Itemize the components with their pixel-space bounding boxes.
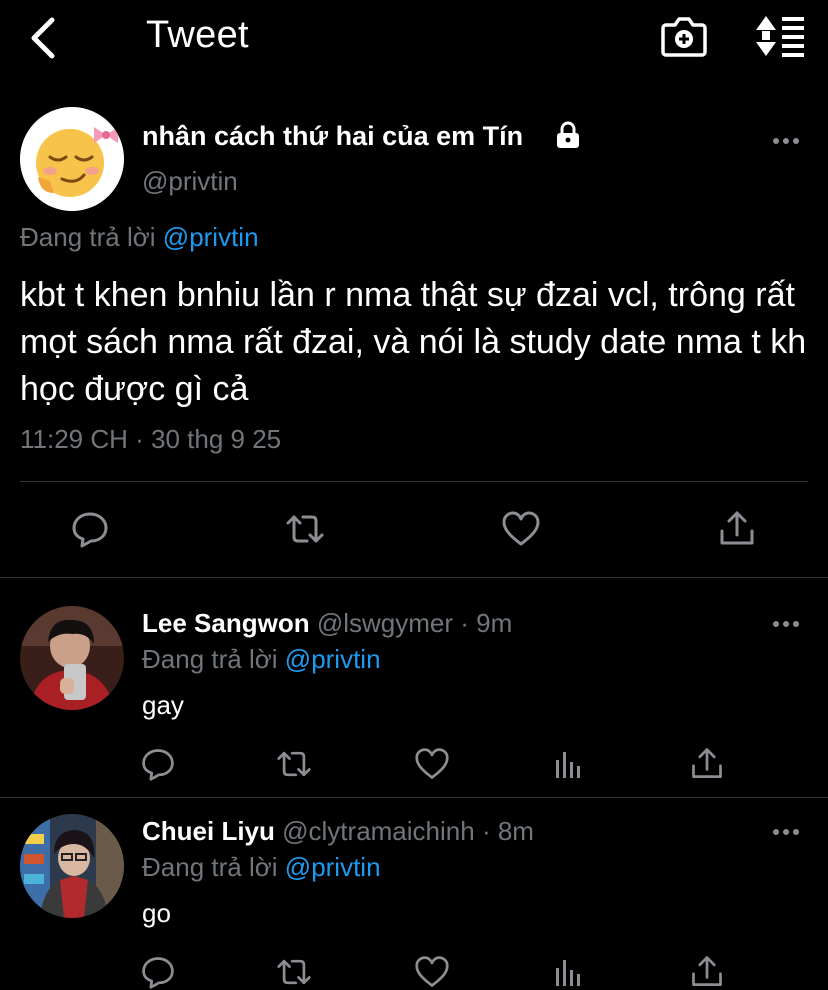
divider: [20, 481, 808, 482]
like-icon[interactable]: [414, 746, 450, 782]
lock-icon: [554, 121, 582, 149]
reply-header: Chuei Liyu @clytramaichinh · 8m: [142, 816, 534, 847]
camera-plus-icon[interactable]: [660, 14, 708, 58]
share-icon[interactable]: [717, 509, 757, 549]
separator: ·: [460, 608, 469, 638]
tweet-timestamp: 11:29 CH · 30 thg 9 25: [20, 424, 282, 454]
back-arrow-icon[interactable]: [26, 16, 62, 60]
more-options-icon[interactable]: [772, 827, 800, 837]
mention-link[interactable]: @privtin: [285, 852, 381, 882]
reply-icon[interactable]: [70, 509, 110, 549]
like-icon[interactable]: [414, 954, 450, 990]
username[interactable]: @privtin: [142, 166, 238, 197]
analytics-icon[interactable]: [552, 746, 588, 782]
username[interactable]: @clytramaichinh: [282, 816, 475, 846]
replying-label: Đang trả lời: [142, 644, 278, 674]
share-icon[interactable]: [689, 746, 725, 782]
display-name[interactable]: nhân cách thứ hai của em Tín: [142, 121, 523, 152]
avatar[interactable]: [20, 107, 124, 211]
reply-time: 8m: [497, 816, 534, 846]
mention-link[interactable]: @privtin: [163, 222, 259, 252]
avatar[interactable]: [20, 814, 124, 918]
replying-to: Đang trả lời @privtin: [20, 222, 259, 253]
replying-to: Đang trả lời @privtin: [142, 852, 381, 883]
reply-header: Lee Sangwon @lswgymer · 9m: [142, 608, 512, 639]
reply-text: go: [142, 898, 171, 928]
retweet-icon[interactable]: [276, 746, 312, 782]
reply-icon[interactable]: [140, 746, 176, 782]
more-options-icon[interactable]: [772, 136, 800, 146]
page-title: Tweet: [146, 14, 249, 56]
avatar[interactable]: [20, 606, 124, 710]
retweet-icon[interactable]: [285, 509, 325, 549]
reply-icon[interactable]: [140, 954, 176, 990]
reply-time: 9m: [476, 608, 513, 638]
username[interactable]: @lswgymer: [317, 608, 453, 638]
separator: ·: [481, 816, 491, 846]
analytics-icon[interactable]: [552, 954, 588, 990]
display-name[interactable]: Lee Sangwon: [142, 608, 310, 638]
replying-label: Đang trả lời: [142, 852, 278, 882]
share-icon[interactable]: [689, 954, 725, 990]
mention-link[interactable]: @privtin: [285, 644, 381, 674]
replying-label: Đang trả lời: [20, 222, 156, 252]
reply-text: gay: [142, 690, 184, 720]
divider: [0, 577, 828, 578]
tweet-text: kbt t khen bnhiu lần r nma thật sự đzai …: [20, 276, 807, 408]
display-name[interactable]: Chuei Liyu: [142, 816, 275, 846]
like-icon[interactable]: [501, 509, 541, 549]
divider: [0, 797, 828, 798]
retweet-icon[interactable]: [276, 954, 312, 990]
sort-toggle-icon[interactable]: [752, 14, 808, 58]
more-options-icon[interactable]: [772, 619, 800, 629]
replying-to: Đang trả lời @privtin: [142, 644, 381, 675]
